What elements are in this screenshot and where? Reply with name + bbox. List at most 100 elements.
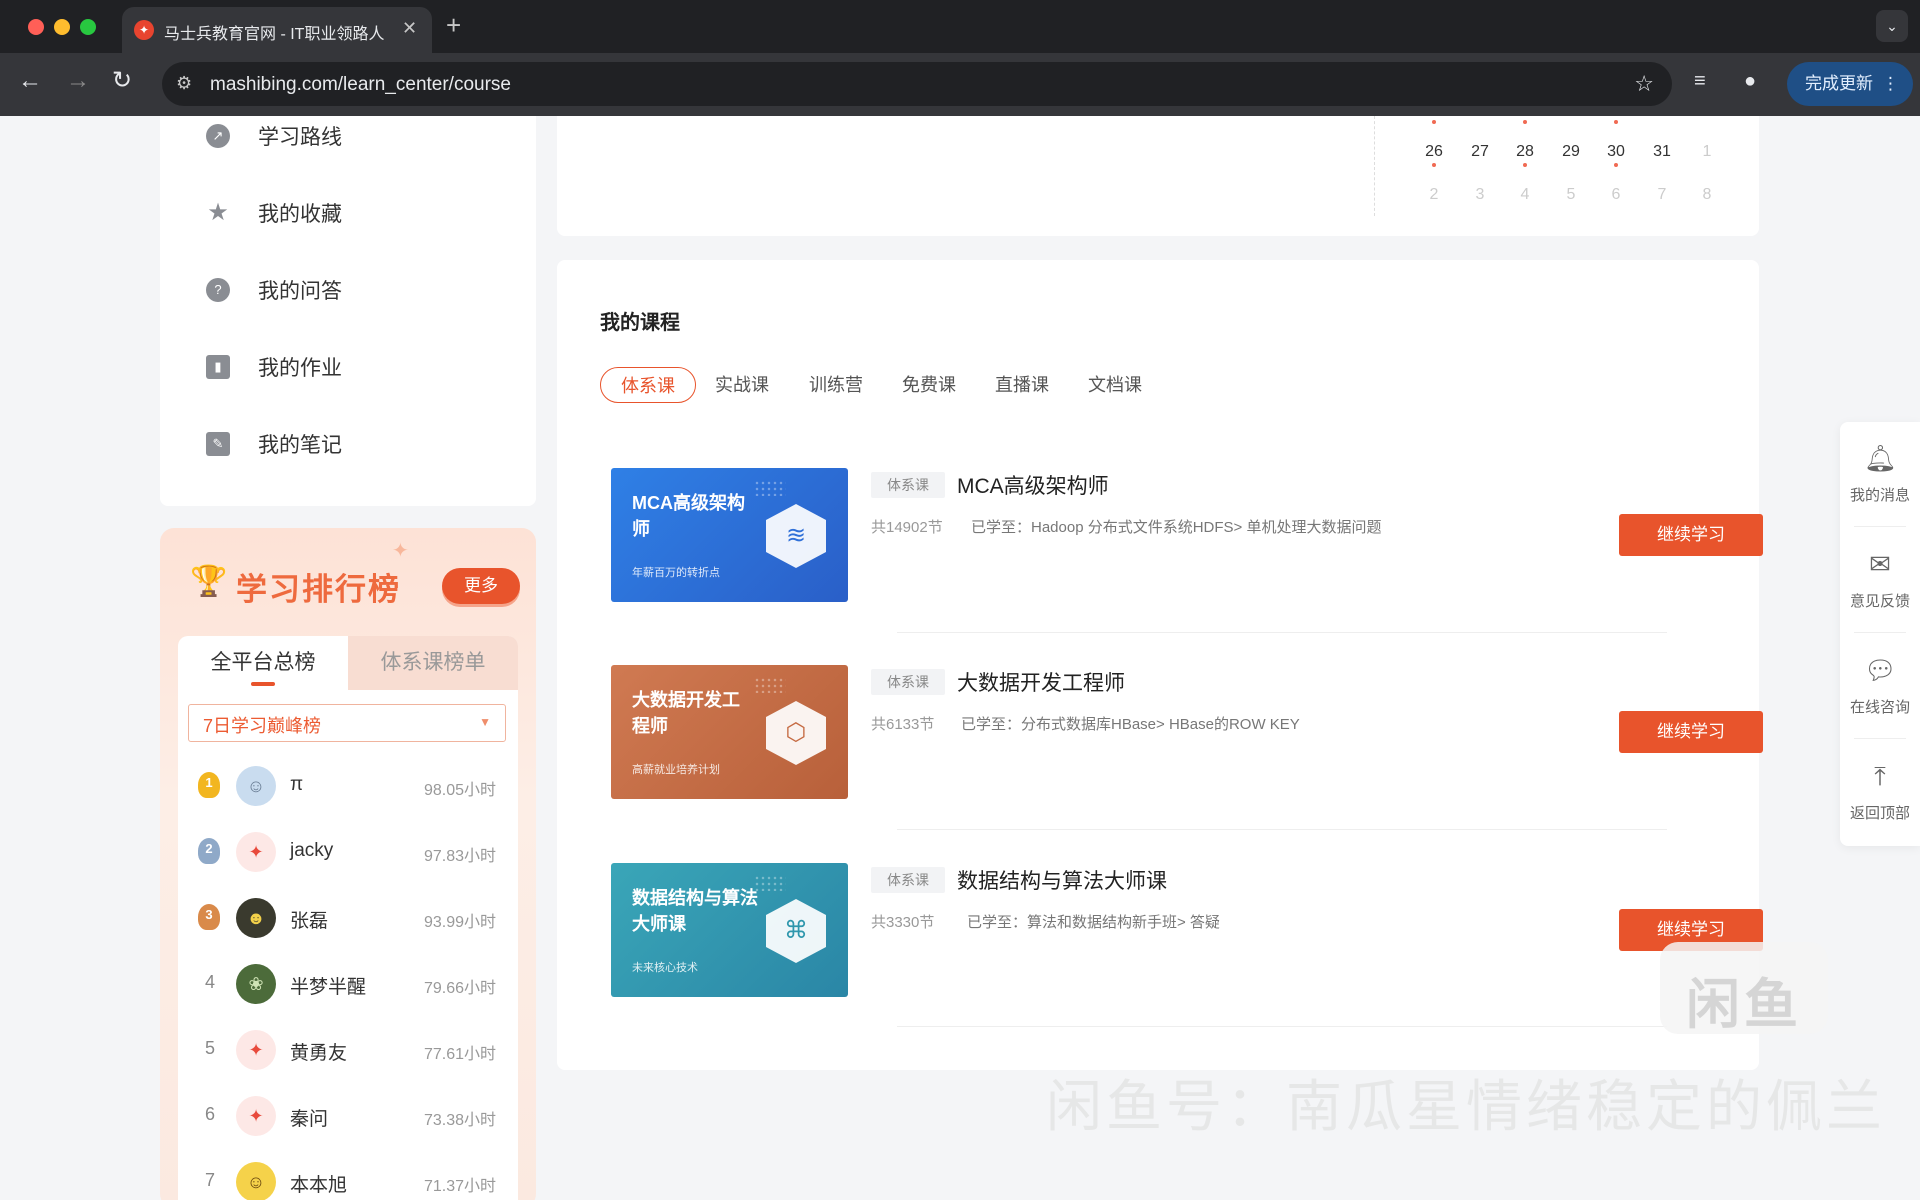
- calendar-day[interactable]: 1: [1687, 143, 1727, 161]
- tab-platform-ranking[interactable]: 全平台总榜: [178, 636, 348, 690]
- tab-close-icon[interactable]: ✕: [402, 18, 417, 39]
- divider: [1854, 632, 1906, 633]
- calendar-day[interactable]: 31: [1642, 143, 1682, 161]
- ranking-row[interactable]: 6 ✦ 秦问 73.38小时: [178, 1086, 518, 1146]
- site-settings-icon[interactable]: ⚙: [176, 73, 192, 94]
- calendar-day[interactable]: 26: [1414, 143, 1454, 161]
- sidebar-item-label: 我的收藏: [258, 203, 342, 226]
- float-label: 返回顶部: [1849, 805, 1910, 822]
- ranking-name: 张磊: [290, 911, 329, 932]
- sidebar-item-notes[interactable]: ✎ 我的笔记: [206, 424, 342, 464]
- float-label: 意见反馈: [1849, 593, 1910, 610]
- study-dot: [1432, 120, 1436, 124]
- trend-icon: ↗: [206, 124, 230, 148]
- lesson-count: 共14902节: [871, 519, 943, 536]
- new-tab-icon[interactable]: +: [446, 12, 461, 38]
- maximize-window-button[interactable]: [80, 19, 96, 35]
- profile-icon[interactable]: ●: [1744, 70, 1756, 93]
- tab-document-course[interactable]: 文档课: [1088, 367, 1142, 403]
- tab-training-camp[interactable]: 训练营: [809, 367, 863, 403]
- study-dot: [1614, 163, 1618, 167]
- back-icon[interactable]: ←: [18, 67, 42, 95]
- section-title: 我的课程: [600, 312, 680, 334]
- ranking-period-value: 7日学习巅峰榜: [203, 716, 322, 736]
- tab-search-icon[interactable]: ⌄: [1876, 10, 1908, 42]
- course-thumbnail[interactable]: MCA高级架构师 年薪百万的转折点 ≋: [611, 468, 848, 602]
- back-to-top-button[interactable]: ⤒ 返回顶部: [1840, 740, 1920, 844]
- learning-progress: 已学至：算法和数据结构新手班> 答疑: [967, 914, 1220, 931]
- avatar: ☻: [236, 898, 276, 938]
- ranking-title: 学习排行榜: [236, 572, 401, 607]
- ranking-row[interactable]: 7 ☺ 本本旭 71.37小时: [178, 1152, 518, 1200]
- lesson-count: 共3330节: [871, 914, 935, 931]
- chevron-down-icon: ▼: [479, 715, 491, 729]
- feedback-button[interactable]: ✉ 意见反馈: [1840, 528, 1920, 632]
- ranking-card: ✦ 🏆 学习排行榜 更多 全平台总榜 体系课榜单 7日学习巅峰榜 ▼ 1 ☺ π…: [160, 528, 536, 1200]
- sidebar-item-questions[interactable]: ? 我的问答: [206, 270, 342, 310]
- forward-icon[interactable]: →: [66, 67, 90, 95]
- my-messages-button[interactable]: 🔔︎ 我的消息: [1840, 422, 1920, 526]
- calendar-day[interactable]: 30: [1596, 143, 1636, 161]
- question-icon: ?: [206, 278, 230, 302]
- sidebar-item-homework[interactable]: ▮ 我的作业: [206, 347, 342, 387]
- study-dot: [1432, 163, 1436, 167]
- tab-system-course[interactable]: 体系课: [600, 367, 696, 403]
- calendar-day[interactable]: 27: [1460, 143, 1500, 161]
- sidebar-item-label: 我的问答: [258, 280, 342, 303]
- tab-practical-course[interactable]: 实战课: [715, 367, 769, 403]
- calendar-day[interactable]: 2: [1414, 186, 1454, 204]
- sidebar-item-favorites[interactable]: ★ 我的收藏: [206, 193, 342, 233]
- continue-learning-button[interactable]: 继续学习: [1619, 711, 1763, 753]
- course-name[interactable]: MCA高级架构师: [957, 470, 1109, 500]
- more-menu-icon[interactable]: ⋮: [1882, 62, 1899, 106]
- ranking-more-button[interactable]: 更多: [442, 568, 520, 604]
- ranking-number: 7: [204, 1170, 215, 1190]
- reload-icon[interactable]: ↻: [112, 67, 132, 95]
- thumbnail-title: 大数据开发工程师: [632, 690, 740, 736]
- browser-chrome: ✦ 马士兵教育官网 - IT职业领路人 ✕ + ⌄ ← → ↻ ⚙ mashib…: [0, 0, 1920, 116]
- calendar-day[interactable]: 28: [1505, 143, 1545, 161]
- calendar-day[interactable]: 8: [1687, 186, 1727, 204]
- dots-decoration: [754, 480, 786, 496]
- minimize-window-button[interactable]: [54, 19, 70, 35]
- avatar: ✦: [236, 1030, 276, 1070]
- course-name[interactable]: 大数据开发工程师: [957, 667, 1125, 697]
- tab-free-course[interactable]: 免费课: [902, 367, 956, 403]
- close-window-button[interactable]: [28, 19, 44, 35]
- bookmark-star-icon[interactable]: ☆: [1634, 71, 1654, 97]
- continue-learning-button[interactable]: 继续学习: [1619, 514, 1763, 556]
- float-label: 在线咨询: [1849, 699, 1910, 716]
- online-consult-button[interactable]: 💬︎ 在线咨询: [1840, 634, 1920, 738]
- avatar: ☺: [236, 766, 276, 806]
- reading-list-icon[interactable]: ≡: [1694, 70, 1706, 93]
- sidebar-item-label: 学习路线: [258, 126, 342, 149]
- course-thumbnail[interactable]: 数据结构与算法大师课 未来核心技术 ⌘: [611, 863, 848, 997]
- tab-live-course[interactable]: 直播课: [995, 367, 1049, 403]
- calendar-day[interactable]: 6: [1596, 186, 1636, 204]
- ranking-row[interactable]: 1 ☺ π 98.05小时: [178, 756, 518, 816]
- learning-progress: 已学至：Hadoop 分布式文件系统HDFS> 单机处理大数据问题: [971, 519, 1382, 536]
- url-text[interactable]: mashibing.com/learn_center/course: [210, 74, 511, 96]
- ranking-period-select[interactable]: 7日学习巅峰榜 ▼: [188, 704, 506, 742]
- avatar: ✦: [236, 1096, 276, 1136]
- calendar-day[interactable]: 4: [1505, 186, 1545, 204]
- network-icon: ⬡: [766, 701, 826, 765]
- ranking-row[interactable]: 4 ❀ 半梦半醒 79.66小时: [178, 954, 518, 1014]
- tab-course-ranking[interactable]: 体系课榜单: [348, 636, 518, 690]
- sidebar-item-learning-path[interactable]: ↗ 学习路线: [206, 116, 342, 156]
- calendar-day[interactable]: 5: [1551, 186, 1591, 204]
- course-thumbnail[interactable]: 大数据开发工程师 高薪就业培养计划 ⬡: [611, 665, 848, 799]
- browser-tab[interactable]: ✦ 马士兵教育官网 - IT职业领路人 ✕: [122, 7, 432, 53]
- calendar-day[interactable]: 7: [1642, 186, 1682, 204]
- ranking-row[interactable]: 3 ☻ 张磊 93.99小时: [178, 888, 518, 948]
- ranking-row[interactable]: 5 ✦ 黄勇友 77.61小时: [178, 1020, 518, 1080]
- calendar-divider: [1374, 116, 1375, 216]
- ranking-name: 秦问: [290, 1109, 329, 1130]
- update-button[interactable]: 完成更新 ⋮: [1787, 62, 1913, 106]
- calendar-day[interactable]: 3: [1460, 186, 1500, 204]
- sidebar-item-label: 我的作业: [258, 357, 342, 380]
- calendar-day[interactable]: 29: [1551, 143, 1591, 161]
- course-name[interactable]: 数据结构与算法大师课: [957, 865, 1167, 895]
- address-bar[interactable]: ⚙ mashibing.com/learn_center/course ☆: [162, 62, 1672, 106]
- ranking-row[interactable]: 2 ✦ jacky 97.83小时: [178, 822, 518, 882]
